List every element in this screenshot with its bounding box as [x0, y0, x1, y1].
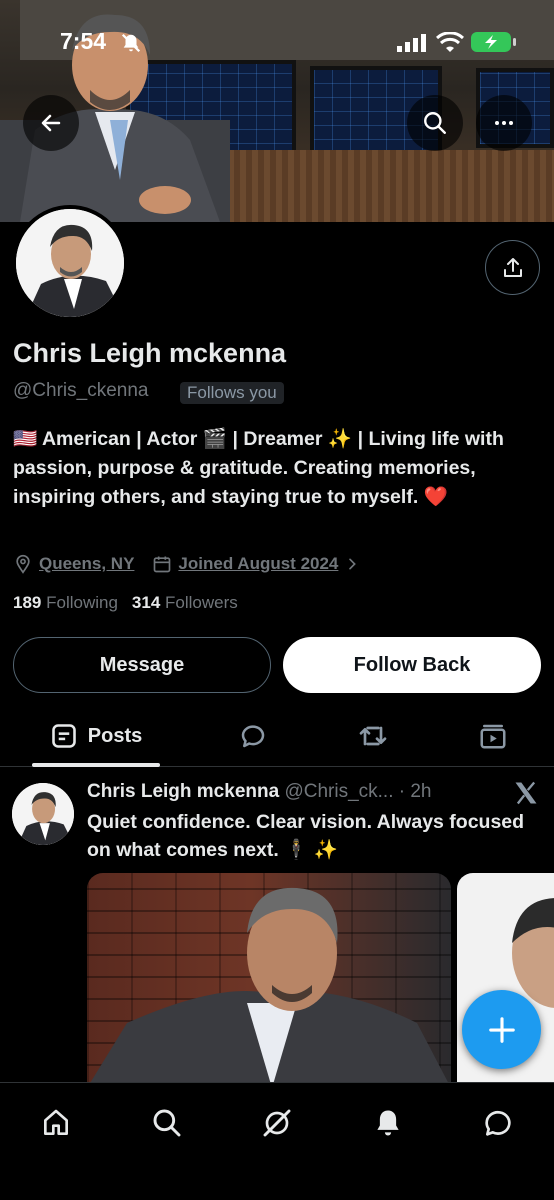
tab-posts[interactable]: Posts [32, 705, 160, 767]
battery-icon [471, 32, 516, 52]
avatar-portrait [12, 783, 74, 845]
share-icon [503, 257, 522, 277]
profile-avatar[interactable] [12, 205, 128, 321]
status-bar: 7:54 [0, 28, 554, 58]
followers-count: 314 [131, 593, 161, 612]
profile-tabs: Posts [0, 705, 554, 767]
chevron-right-icon[interactable] [344, 556, 360, 572]
avatar-portrait [16, 209, 124, 317]
follows-you-badge: Follows you [180, 382, 284, 404]
tab-media[interactable] [464, 705, 522, 767]
search-icon [153, 1109, 181, 1137]
post-handle-time: @Chris_ck... · 2h [284, 781, 432, 802]
search-icon [424, 112, 446, 134]
location-link[interactable]: Queens, NY [39, 554, 134, 574]
share-profile-button[interactable] [485, 240, 540, 295]
username-handle: @Chris_ckenna [13, 380, 149, 401]
joined-date-link[interactable]: Joined August 2024 [178, 554, 338, 574]
nav-search[interactable] [145, 1101, 189, 1145]
message-button[interactable]: Message [13, 637, 271, 693]
post-media-image[interactable] [87, 873, 451, 1088]
media-icon [480, 724, 506, 749]
location-pin-icon [16, 554, 30, 574]
more-horizontal-icon [495, 121, 513, 125]
compose-post-button[interactable] [462, 990, 541, 1069]
followers-link[interactable]: 314 Followers [132, 593, 238, 613]
signal-icon [397, 34, 426, 52]
status-time: 7:54 [60, 28, 107, 54]
repost-icon [359, 726, 387, 746]
display-name: Chris Leigh mckenna [13, 338, 287, 368]
active-tab-indicator [32, 763, 160, 767]
following-link[interactable]: 189 Following [13, 593, 118, 613]
post-media-portrait [87, 887, 451, 1088]
post-header: Chris Leigh mckenna @Chris_ck... · 2h [87, 781, 432, 803]
nav-messages[interactable] [476, 1101, 520, 1145]
nav-notifications[interactable] [366, 1101, 410, 1145]
messages-icon [485, 1110, 511, 1136]
search-profile-button[interactable] [407, 95, 463, 151]
follow-counts: 189 Following 314 Followers [13, 593, 238, 613]
following-count: 189 [13, 593, 42, 612]
more-options-button[interactable] [476, 95, 532, 151]
nav-grok[interactable] [255, 1101, 299, 1145]
following-label: Following [46, 593, 118, 612]
bottom-navigation [0, 1082, 554, 1200]
followers-label: Followers [165, 593, 238, 612]
profile-meta: Queens, NY Joined August 2024 [13, 552, 360, 576]
post-text: Quiet confidence. Clear vision. Always f… [87, 811, 525, 861]
post-author-avatar[interactable] [12, 783, 74, 845]
post-author-name[interactable]: Chris Leigh mckenna [87, 781, 279, 802]
grok-icon [263, 1109, 291, 1137]
tab-reposts[interactable] [344, 705, 402, 767]
follow-back-button[interactable]: Follow Back [283, 637, 541, 693]
calendar-icon [154, 556, 171, 573]
replies-icon [241, 725, 265, 748]
home-icon [44, 1109, 68, 1135]
posts-icon [51, 724, 76, 748]
profile-bio: 🇺🇸 American | Actor 🎬 | Dreamer ✨ | Livi… [13, 428, 504, 508]
tab-replies[interactable] [224, 705, 282, 767]
arrow-left-icon [41, 114, 61, 132]
silent-mode-icon [121, 33, 141, 53]
tab-posts-label: Posts [87, 724, 143, 747]
notifications-icon [377, 1110, 399, 1136]
wifi-icon [436, 32, 464, 52]
plus-icon [488, 1016, 515, 1043]
back-button[interactable] [23, 95, 79, 151]
nav-home[interactable] [34, 1101, 78, 1145]
x-logo-icon [515, 781, 537, 805]
